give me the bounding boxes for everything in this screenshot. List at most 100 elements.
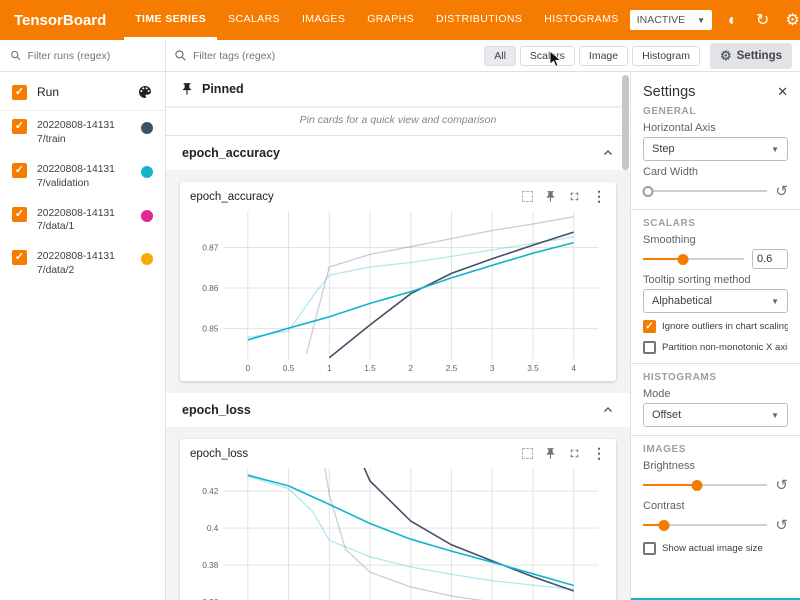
chevron-up-icon[interactable] xyxy=(602,404,614,416)
run-checkbox[interactable]: ✓ xyxy=(12,119,27,134)
partition-x-axis-row[interactable]: Partition non-monotonic X axis i xyxy=(643,340,788,355)
fit-domain-icon[interactable] xyxy=(522,191,533,202)
scalar-card-epoch-loss: epoch_loss ⋮ 00.511.522.533.540.360.380.… xyxy=(180,439,616,600)
partition-x-axis-checkbox[interactable] xyxy=(643,341,656,354)
gear-icon[interactable]: ⚙ xyxy=(783,11,800,30)
tooltip-sorting-select[interactable]: Alphabetical ▼ xyxy=(643,289,788,313)
run-row-data1[interactable]: ✓ 20220808-141317/data/1 xyxy=(0,199,165,243)
contrast-slider[interactable] xyxy=(643,518,767,532)
more-options-icon[interactable]: ⋮ xyxy=(592,447,606,460)
refresh-icon[interactable]: ↻ xyxy=(753,11,772,30)
horizontal-axis-value: Step xyxy=(652,143,675,155)
pin-card-icon[interactable] xyxy=(544,190,557,203)
runs-sidebar: ✓ Run ✓ 20220808-141317/train ✓ 20220808… xyxy=(0,40,166,600)
section-body-epoch-loss: epoch_loss ⋮ 00.511.522.533.540.360.380.… xyxy=(166,427,630,600)
search-icon xyxy=(10,49,21,62)
run-name: 20220808-141317/data/1 xyxy=(37,207,121,235)
run-row-train[interactable]: ✓ 20220808-141317/train xyxy=(0,111,165,155)
chevron-down-icon: ▼ xyxy=(771,297,779,306)
chip-histogram[interactable]: Histogram xyxy=(632,46,700,66)
brightness-slider[interactable] xyxy=(643,478,767,492)
theme-toggle-icon[interactable]: ◐ xyxy=(723,11,742,30)
tab-scalars[interactable]: SCALARS xyxy=(217,0,291,40)
epoch-accuracy-chart[interactable]: 00.511.522.533.540.850.860.87 xyxy=(190,205,606,375)
horizontal-axis-label: Horizontal Axis xyxy=(643,122,788,134)
divider xyxy=(631,363,800,364)
card-width-slider[interactable] xyxy=(643,184,767,198)
smoothing-slider[interactable] xyxy=(643,252,744,266)
palette-icon[interactable] xyxy=(137,84,153,100)
runs-filter-input[interactable] xyxy=(27,50,155,62)
run-name: 20220808-141317/data/2 xyxy=(37,250,121,278)
main-row: Pinned Pin cards for a quick view and co… xyxy=(166,72,800,600)
more-options-icon[interactable]: ⋮ xyxy=(592,190,606,203)
tag-filter-input[interactable] xyxy=(193,50,478,62)
section-header-epoch-loss[interactable]: epoch_loss xyxy=(166,393,630,427)
pin-card-icon[interactable] xyxy=(544,447,557,460)
tab-graphs[interactable]: GRAPHS xyxy=(356,0,425,40)
tag-filter-toolbar: All Scalars Image Histogram ⚙ Settings xyxy=(166,40,800,72)
fullscreen-icon[interactable] xyxy=(568,190,581,203)
run-checkbox[interactable]: ✓ xyxy=(12,250,27,265)
card-width-label: Card Width xyxy=(643,166,788,178)
section-title: epoch_loss xyxy=(182,403,251,417)
smoothing-label: Smoothing xyxy=(643,234,788,246)
card-toolbar: epoch_accuracy ⋮ xyxy=(190,190,606,203)
fit-domain-icon[interactable] xyxy=(522,448,533,459)
section-header-epoch-accuracy[interactable]: epoch_accuracy xyxy=(166,136,630,170)
runs-header-row: ✓ Run xyxy=(0,72,165,111)
gear-icon: ⚙ xyxy=(720,48,732,64)
run-checkbox[interactable]: ✓ xyxy=(12,207,27,222)
settings-panel: Settings ✕ GENERAL Horizontal Axis Step … xyxy=(630,72,800,600)
run-row-data2[interactable]: ✓ 20220808-141317/data/2 xyxy=(0,242,165,286)
runs-header-label: Run xyxy=(37,85,127,99)
histogram-mode-select[interactable]: Offset ▼ xyxy=(643,403,788,427)
pin-icon xyxy=(180,82,194,96)
svg-text:0.42: 0.42 xyxy=(202,486,219,496)
epoch-loss-chart[interactable]: 00.511.522.533.540.360.380.40.42 xyxy=(190,462,606,600)
run-color-dot xyxy=(141,166,153,178)
horizontal-axis-select[interactable]: Step ▼ xyxy=(643,137,788,161)
run-row-validation[interactable]: ✓ 20220808-141317/validation xyxy=(0,155,165,199)
tab-distributions[interactable]: DISTRIBUTIONS xyxy=(425,0,533,40)
pinned-section-header: Pinned xyxy=(166,72,630,106)
ignore-outliers-row[interactable]: ✓ Ignore outliers in chart scaling xyxy=(643,319,788,334)
chip-all[interactable]: All xyxy=(484,46,516,66)
show-actual-size-checkbox[interactable] xyxy=(643,542,656,555)
histogram-mode-label: Mode xyxy=(643,388,788,400)
reload-status-dropdown[interactable]: INACTIVE ▼ xyxy=(630,10,712,30)
section-body-epoch-accuracy: epoch_accuracy ⋮ 00.511.522.533.540.850.… xyxy=(166,170,630,393)
chip-image[interactable]: Image xyxy=(579,46,628,66)
run-name: 20220808-141317/validation xyxy=(37,163,121,191)
smoothing-input[interactable] xyxy=(752,249,788,269)
ignore-outliers-checkbox[interactable]: ✓ xyxy=(643,320,656,333)
run-checkbox[interactable]: ✓ xyxy=(12,163,27,178)
show-actual-size-row[interactable]: Show actual image size xyxy=(643,541,788,556)
fullscreen-icon[interactable] xyxy=(568,447,581,460)
svg-text:4: 4 xyxy=(571,363,576,373)
section-title: epoch_accuracy xyxy=(182,146,280,160)
close-icon[interactable]: ✕ xyxy=(777,84,788,100)
reset-icon[interactable]: ↺ xyxy=(775,478,788,493)
chevron-down-icon: ▼ xyxy=(771,145,779,154)
svg-text:0.5: 0.5 xyxy=(283,363,295,373)
tooltip-sorting-value: Alphabetical xyxy=(652,295,712,307)
nav-tabs: TIME SERIES SCALARS IMAGES GRAPHS DISTRI… xyxy=(124,0,629,40)
pinned-empty-message: Pin cards for a quick view and compariso… xyxy=(166,106,630,136)
tooltip-sorting-label: Tooltip sorting method xyxy=(643,274,788,286)
select-all-runs-checkbox[interactable]: ✓ xyxy=(12,85,27,100)
settings-panel-title: Settings xyxy=(643,84,695,100)
vertical-scrollbar[interactable] xyxy=(622,75,629,170)
svg-text:0.86: 0.86 xyxy=(202,283,219,293)
reset-icon[interactable]: ↺ xyxy=(775,184,788,199)
card-actions: ⋮ xyxy=(522,447,606,460)
reset-icon[interactable]: ↺ xyxy=(775,518,788,533)
chip-scalars[interactable]: Scalars xyxy=(520,46,575,66)
tab-time-series[interactable]: TIME SERIES xyxy=(124,0,217,40)
svg-text:2.5: 2.5 xyxy=(446,363,458,373)
settings-button[interactable]: ⚙ Settings xyxy=(710,43,792,69)
reload-status-value: INACTIVE xyxy=(637,14,685,26)
chevron-up-icon[interactable] xyxy=(602,147,614,159)
tab-images[interactable]: IMAGES xyxy=(291,0,356,40)
tab-histograms[interactable]: HISTOGRAMS xyxy=(533,0,629,40)
